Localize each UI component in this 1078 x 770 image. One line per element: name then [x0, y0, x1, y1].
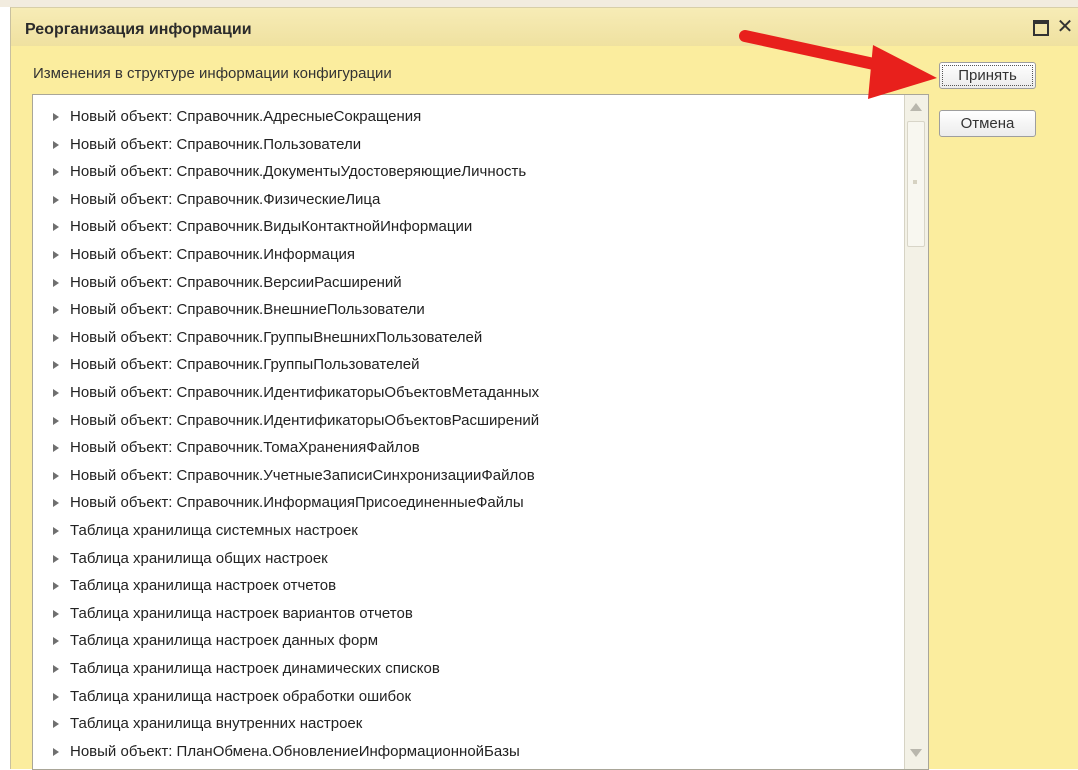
expand-triangle-icon[interactable]: [53, 278, 59, 287]
list-item-label: Новый объект: Справочник.ВерсииРасширени…: [70, 273, 402, 291]
scroll-up-arrow-icon[interactable]: [908, 99, 925, 116]
expand-triangle-icon[interactable]: [53, 471, 59, 480]
list-item[interactable]: Новый объект: Справочник.ГруппыВнешнихПо…: [33, 325, 903, 351]
list-item[interactable]: Новый объект: Справочник.ТомаХраненияФай…: [33, 435, 903, 461]
list-item[interactable]: Таблица хранилища настроек динамических …: [33, 656, 903, 682]
accept-button[interactable]: Принять: [939, 62, 1036, 89]
list-item-label: Новый объект: Справочник.Пользователи: [70, 135, 362, 153]
list-item-label: Новый объект: Справочник.ГруппыВнешнихПо…: [70, 328, 483, 346]
expand-triangle-icon[interactable]: [53, 637, 59, 646]
expand-triangle-icon[interactable]: [53, 609, 59, 618]
list-item-label: Таблица хранилища внутренних настроек: [70, 715, 363, 733]
list-item-label: Новый объект: Справочник.Информация: [70, 246, 356, 263]
changes-list[interactable]: Новый объект: ПланОбмена.ОбновлениеИнфор…: [32, 94, 929, 770]
list-item-label: Новый объект: Справочник.ВнешниеПользова…: [70, 301, 425, 319]
list-item[interactable]: Таблица хранилища настроек данных форм: [33, 628, 903, 654]
list-item-label: Новый объект: ПланОбмена.ОбновлениеИнфор…: [70, 742, 520, 760]
list-item[interactable]: Таблица хранилища внутренних настроек: [33, 711, 903, 737]
list-item[interactable]: Новый объект: Справочник.АдресныеСокраще…: [33, 104, 903, 130]
list-item[interactable]: Новый объект: Справочник.ИдентификаторыО…: [33, 380, 903, 406]
list-item[interactable]: Таблица хранилища настроек обработки оши…: [33, 684, 903, 710]
list-item[interactable]: Новый объект: Справочник.ИдентификаторыО…: [33, 408, 903, 434]
expand-triangle-icon[interactable]: [53, 720, 59, 729]
expand-triangle-icon[interactable]: [53, 223, 59, 232]
background-strip: [0, 0, 1078, 7]
list-item-label: Таблица хранилища настроек динамических …: [70, 660, 440, 677]
list-item[interactable]: Новый объект: Справочник.ГруппыПользоват…: [33, 352, 903, 378]
list-item-label: Новый объект: Справочник.ФизическиеЛица: [70, 190, 381, 208]
list-item-label: Таблица хранилища общих настроек: [70, 549, 328, 567]
expand-triangle-icon[interactable]: [53, 389, 59, 397]
scrollbar-thumb[interactable]: [907, 121, 925, 247]
list-item[interactable]: Новый объект: ПланОбмена.ОбновлениеИнфор…: [33, 739, 903, 765]
vertical-scrollbar[interactable]: [904, 95, 928, 769]
list-item-label: Новый объект: Справочник.ИнформацияПрисо…: [70, 494, 524, 512]
close-icon[interactable]: ✕: [1056, 17, 1074, 37]
expand-triangle-icon[interactable]: [53, 113, 59, 121]
expand-triangle-icon[interactable]: [53, 140, 59, 149]
list-item[interactable]: Новый объект: Справочник.ВерсииРасширени…: [33, 270, 903, 296]
list-item[interactable]: Новый объект: Справочник.ДокументыУдосто…: [33, 159, 903, 185]
expand-triangle-icon[interactable]: [53, 168, 59, 177]
expand-triangle-icon[interactable]: [53, 444, 59, 453]
list-item-label: Новый объект: Справочник.ИдентификаторыО…: [70, 411, 540, 429]
list-item-label: Новый объект: Справочник.ГруппыПользоват…: [70, 356, 420, 374]
expand-triangle-icon[interactable]: [53, 306, 59, 315]
scroll-down-arrow-icon[interactable]: [908, 745, 925, 762]
expand-triangle-icon[interactable]: [53, 747, 59, 756]
thumb-grip: [913, 180, 917, 184]
expand-triangle-icon[interactable]: [53, 499, 59, 508]
list-item[interactable]: Таблица хранилища системных настроек: [33, 518, 903, 544]
maximize-icon[interactable]: [1032, 18, 1050, 36]
cancel-button[interactable]: Отмена: [939, 110, 1036, 137]
list-item[interactable]: Новый объект: Справочник.Информация: [33, 242, 903, 268]
expand-triangle-icon[interactable]: [53, 361, 59, 370]
list-item[interactable]: Новый объект: Справочник.ВидыКонтактнойИ…: [33, 214, 903, 240]
list-item-label: Новый объект: Справочник.УчетныеЗаписиСи…: [70, 466, 535, 484]
structure-changes-label: Изменения в структуре информации конфигу…: [33, 65, 392, 82]
list-item-label: Таблица хранилища системных настроек: [70, 522, 358, 539]
accept-button-label: Принять: [958, 67, 1017, 84]
list-item[interactable]: Новый объект: Справочник.ВнешниеПользова…: [33, 297, 903, 323]
expand-triangle-icon[interactable]: [53, 251, 59, 259]
expand-triangle-icon[interactable]: [53, 665, 59, 673]
list-item-label: Новый объект: Справочник.ТомаХраненияФай…: [70, 439, 420, 457]
expand-triangle-icon[interactable]: [53, 554, 59, 563]
expand-triangle-icon[interactable]: [53, 527, 59, 535]
list-item[interactable]: Таблица хранилища настроек отчетов: [33, 573, 903, 599]
title-bar: Реорганизация информации ✕: [11, 8, 1078, 46]
list-item[interactable]: Новый объект: Справочник.Пользователи: [33, 132, 903, 158]
list-item-label: Новый объект: Справочник.ВидыКонтактнойИ…: [70, 218, 473, 236]
list-item-label: Новый объект: Справочник.АдресныеСокраще…: [70, 108, 422, 125]
list-item[interactable]: Таблица хранилища настроек вариантов отч…: [33, 601, 903, 627]
list-item-label: Новый объект: Справочник.ИдентификаторыО…: [70, 384, 540, 401]
expand-triangle-icon[interactable]: [53, 692, 59, 701]
expand-triangle-icon[interactable]: [53, 582, 59, 591]
cancel-button-label: Отмена: [960, 115, 1015, 132]
expand-triangle-icon[interactable]: [53, 195, 59, 204]
list-item-label: Таблица хранилища настроек отчетов: [70, 577, 337, 595]
dialog-title: Реорганизация информации: [25, 21, 252, 38]
expand-triangle-icon[interactable]: [53, 416, 59, 425]
reorganization-dialog: Реорганизация информации ✕ Изменения в с…: [10, 7, 1078, 770]
list-item-label: Таблица хранилища настроек вариантов отч…: [70, 604, 413, 622]
list-item-label: Таблица хранилища настроек данных форм: [70, 632, 379, 650]
list-item[interactable]: Новый объект: Справочник.ИнформацияПрисо…: [33, 490, 903, 516]
list-item-label: Новый объект: Справочник.ДокументыУдосто…: [70, 163, 527, 181]
list-item[interactable]: Таблица хранилища общих настроек: [33, 546, 903, 572]
list-item[interactable]: Новый объект: Справочник.ФизическиеЛица: [33, 187, 903, 213]
expand-triangle-icon[interactable]: [53, 333, 59, 342]
list-item-label: Таблица хранилища настроек обработки оши…: [70, 687, 412, 705]
list-item[interactable]: Новый объект: Справочник.УчетныеЗаписиСи…: [33, 463, 903, 489]
